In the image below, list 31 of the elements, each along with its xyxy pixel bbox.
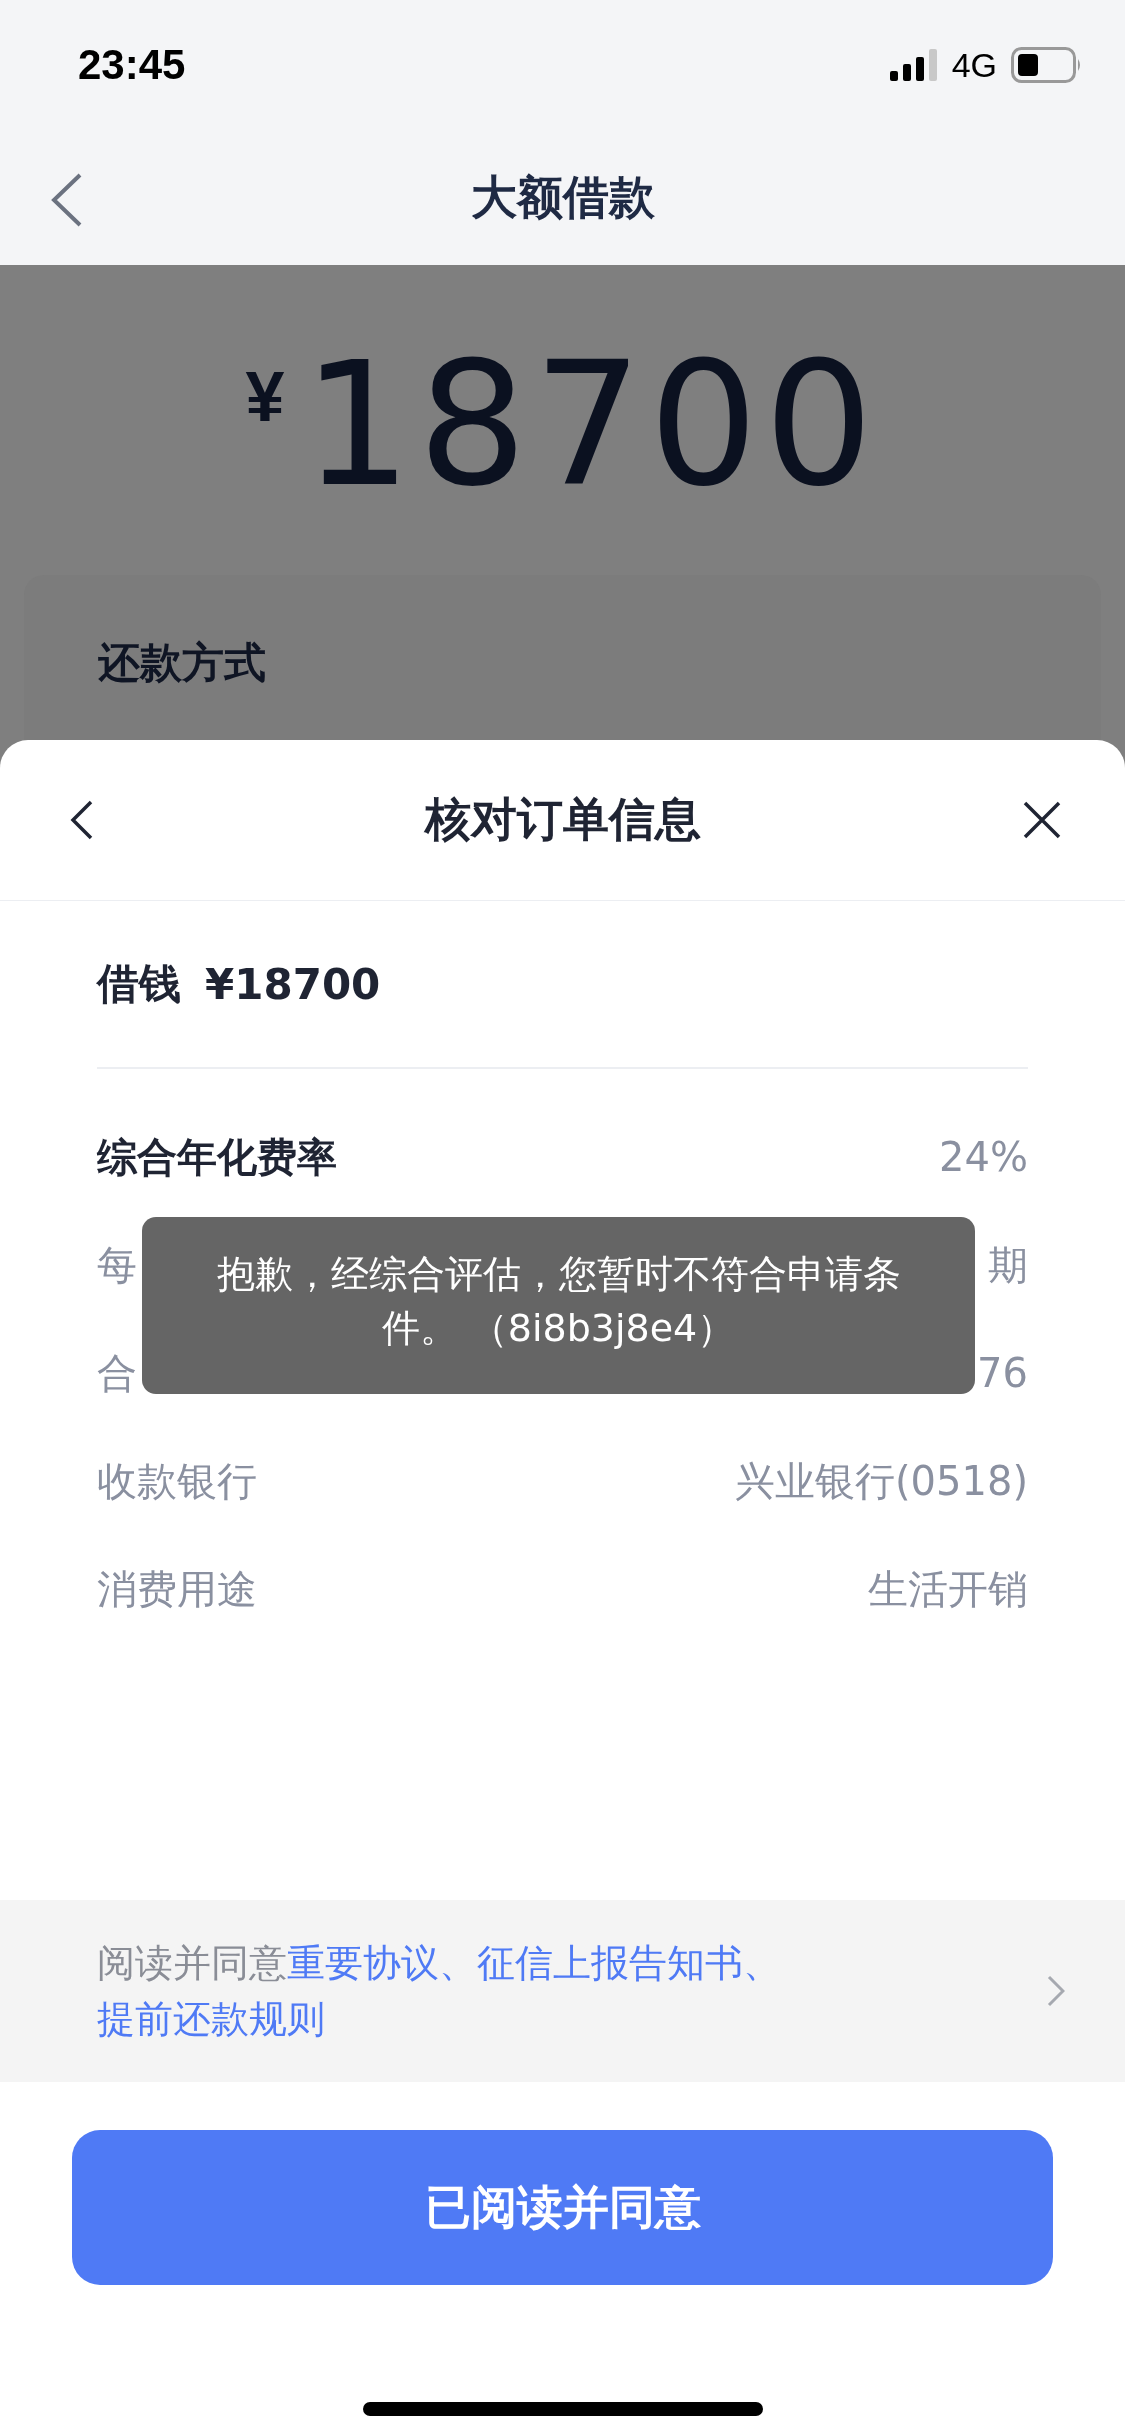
row-value: 76 (977, 1350, 1028, 1396)
battery-icon (1011, 47, 1083, 83)
separator: 、 (439, 1941, 477, 1985)
agreement-link[interactable]: 重要协议 (287, 1941, 439, 1985)
status-time: 23:45 (78, 41, 186, 89)
close-icon[interactable] (1023, 801, 1061, 839)
row-value: 生活开销 (868, 1564, 1028, 1614)
agreement-link[interactable]: 征信上报告知书 (477, 1941, 743, 1985)
row-value: 期 (988, 1240, 1028, 1290)
row-label: 每 (97, 1240, 137, 1290)
network-label: 4G (951, 45, 997, 85)
loan-value: ¥18700 (205, 959, 381, 1009)
agreement-link[interactable]: 提前还款规则 (97, 1997, 325, 2041)
row-label: 消费用途 (97, 1564, 257, 1614)
loan-amount: 18700 (302, 335, 880, 515)
section-label: 还款方式 (98, 638, 266, 687)
page-title: 大额借款 (470, 168, 655, 226)
row-value: 兴业银行(0518) (735, 1456, 1028, 1506)
signal-icon (889, 49, 938, 81)
error-toast: 抱歉，经综合评估，您暂时不符合申请条件。 （8i8b3j8e4） (142, 1217, 975, 1394)
back-icon[interactable] (70, 800, 94, 840)
loan-label: 借钱 (97, 958, 181, 1010)
agreement-prefix: 阅读并同意 (97, 1941, 287, 1985)
separator: 、 (743, 1941, 781, 1985)
row-label: 综合年化费率 (97, 1132, 337, 1182)
row-value: 24% (939, 1134, 1028, 1180)
row-label: 合 (97, 1348, 137, 1398)
currency-symbol: ¥ (245, 357, 285, 437)
agree-button[interactable]: 已阅读并同意 (72, 2130, 1053, 2285)
sheet-title: 核对订单信息 (424, 791, 701, 848)
row-label: 收款银行 (97, 1456, 257, 1506)
